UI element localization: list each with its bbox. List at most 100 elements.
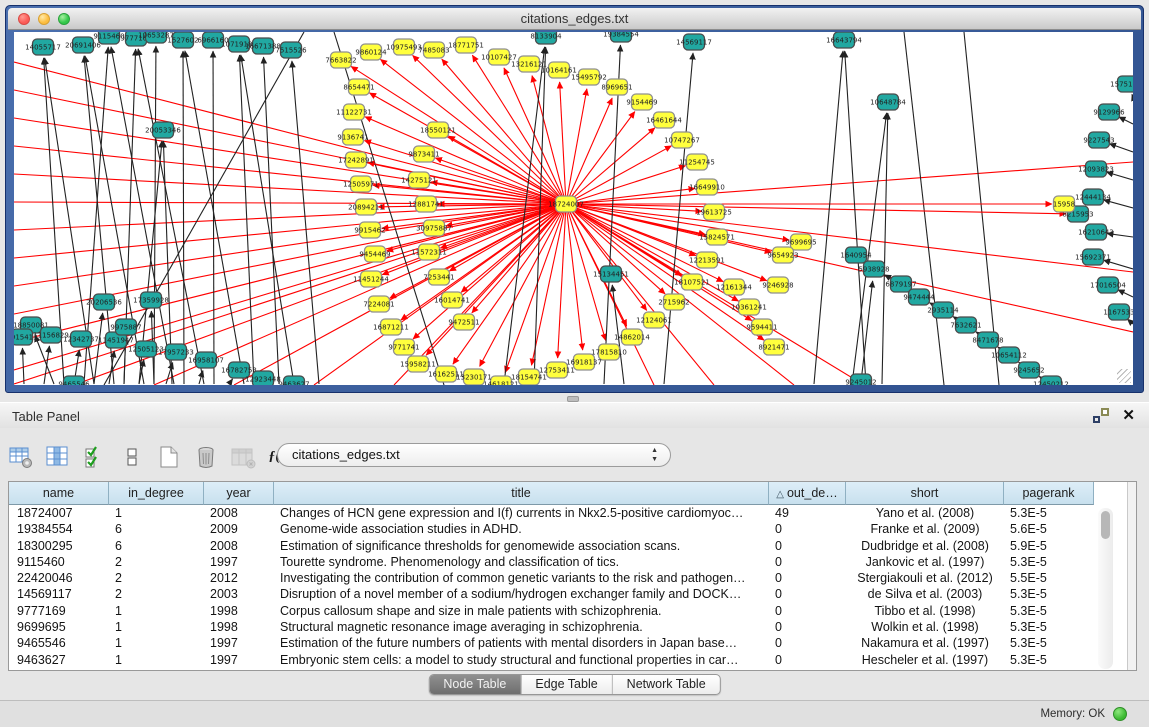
graph-node[interactable]: 14569117 <box>676 34 712 50</box>
column-header-out_de[interactable]: △out_de… <box>769 482 846 505</box>
network-canvas[interactable]: 1872400714055717206914069115460977716910… <box>14 32 1133 385</box>
graph-node[interactable]: 8921471 <box>758 339 789 355</box>
column-header-pagerank[interactable]: pagerank <box>1004 482 1094 505</box>
graph-node[interactable]: 10975493 <box>386 39 422 55</box>
graph-node[interactable]: 14275121 <box>401 172 437 188</box>
show-columns-button[interactable] <box>45 444 71 470</box>
graph-node[interactable]: 10747267 <box>664 132 700 148</box>
table-row[interactable]: 946362711997Embryonic stem cells: a mode… <box>9 652 1094 668</box>
table-right-gutter <box>1127 482 1137 671</box>
graph-node[interactable]: 9771741 <box>388 339 419 355</box>
graph-node[interactable]: 7485083 <box>418 42 449 58</box>
cell-year: 2009 <box>204 521 274 537</box>
graph-node[interactable]: 10648784 <box>870 94 906 110</box>
graph-node[interactable]: 12124061 <box>636 312 672 328</box>
graph-node[interactable]: 18771751 <box>448 37 484 53</box>
graph-node[interactable]: 15958 <box>1053 196 1075 212</box>
graph-node[interactable]: 12450212 <box>1033 376 1069 385</box>
graph-edge <box>845 51 866 384</box>
graph-node[interactable]: 7253441 <box>423 269 454 285</box>
cell-year: 1997 <box>204 554 274 570</box>
graph-node[interactable]: 12505971 <box>343 176 379 192</box>
graph-node[interactable]: 14055717 <box>25 39 61 55</box>
graph-node[interactable]: 16643794 <box>826 32 862 48</box>
graph-node[interactable]: 9472511 <box>448 314 479 330</box>
svg-text:12124061: 12124061 <box>636 317 672 325</box>
graph-node[interactable]: 16461644 <box>646 112 682 128</box>
table-row[interactable]: 1456911722003Disruption of a novel membe… <box>9 586 1094 602</box>
graph-node[interactable]: 9227543 <box>1083 132 1114 148</box>
cell-out_de: 0 <box>769 619 846 635</box>
table-row[interactable]: 969969511998Structural magnetic resonanc… <box>9 619 1094 635</box>
table-row[interactable]: 977716911998Corpus callosum shape and si… <box>9 603 1094 619</box>
graph-node[interactable]: 9136741 <box>337 129 368 145</box>
memory-status-indicator[interactable] <box>1113 707 1127 721</box>
column-header-year[interactable]: year <box>204 482 274 505</box>
graph-node[interactable]: 11572311 <box>411 244 447 260</box>
graph-node[interactable]: 9245012 <box>845 374 876 385</box>
svg-text:16649910: 16649910 <box>689 184 725 192</box>
graph-node[interactable]: 10361241 <box>731 299 767 315</box>
table-row[interactable]: 1830029562008Estimation of significance … <box>9 538 1094 554</box>
tab-network-table[interactable]: Network Table <box>613 675 720 694</box>
graph-node[interactable]: 2715962 <box>658 294 689 310</box>
graph-node[interactable]: 8471678 <box>972 332 1003 348</box>
graph-node[interactable]: 8133904 <box>530 32 562 44</box>
float-panel-icon[interactable] <box>1093 408 1109 423</box>
table-row[interactable]: 946554611997Estimation of the future num… <box>9 635 1094 651</box>
graph-node[interactable]: 20206536 <box>86 294 122 310</box>
graph-node[interactable]: 9463627 <box>278 376 309 385</box>
graph-node[interactable]: 17359928 <box>133 292 169 308</box>
select-all-columns-button[interactable] <box>82 444 108 470</box>
graph-node[interactable]: 11451244 <box>353 271 389 287</box>
network-window-titlebar[interactable]: citations_edges.txt <box>8 8 1141 30</box>
table-row[interactable]: 1938455462009Genome-wide association stu… <box>9 521 1094 537</box>
scrollbar-thumb[interactable] <box>1101 511 1110 539</box>
svg-text:9915462: 9915462 <box>354 227 385 235</box>
graph-node[interactable]: 9454469 <box>359 246 390 262</box>
column-header-in_degree[interactable]: in_degree <box>109 482 204 505</box>
graph-node[interactable]: 9860124 <box>355 44 387 60</box>
delete-column-button[interactable] <box>193 444 219 470</box>
cell-year: 1997 <box>204 652 274 668</box>
svg-text:9594411: 9594411 <box>746 324 777 332</box>
graph-node[interactable]: 12444134 <box>1075 189 1111 205</box>
table-vertical-scrollbar[interactable] <box>1098 508 1113 669</box>
table-mode-button[interactable] <box>8 444 34 470</box>
tab-node-table[interactable]: Node Table <box>429 675 521 694</box>
graph-node[interactable]: 17242891 <box>338 152 374 168</box>
graph-node[interactable]: 7632621 <box>950 317 981 333</box>
graph-node[interactable]: 19384554 <box>603 32 639 42</box>
table-selector-dropdown[interactable]: citations_edges.txt ▲▼ <box>277 443 671 467</box>
svg-text:18771751: 18771751 <box>448 42 484 50</box>
graph-node[interactable]: 15751074 <box>1110 76 1133 92</box>
tab-edge-table[interactable]: Edge Table <box>521 675 612 694</box>
graph-node[interactable]: 7663822 <box>325 52 356 68</box>
table-row[interactable]: 911546021997Tourette syndrome. Phenomeno… <box>9 554 1094 570</box>
graph-node[interactable]: 12213591 <box>689 252 725 268</box>
svg-text:2715962: 2715962 <box>658 299 689 307</box>
create-column-button[interactable] <box>156 444 182 470</box>
column-header-name[interactable]: name <box>9 482 109 505</box>
table-row[interactable]: 2242004622012Investigating the contribut… <box>9 570 1094 586</box>
graph-node[interactable]: 16210643 <box>1078 224 1114 240</box>
graph-node[interactable]: 15692371 <box>1075 249 1111 265</box>
svg-text:18550121: 18550121 <box>420 127 456 135</box>
graph-node[interactable]: 1167533 <box>1103 304 1133 320</box>
graph-node[interactable]: 9245652 <box>1013 362 1044 378</box>
svg-text:16918137: 16918137 <box>566 359 602 367</box>
svg-text:14862014: 14862014 <box>614 334 650 342</box>
unselect-all-columns-button[interactable] <box>119 444 145 470</box>
graph-node[interactable]: 9154469 <box>626 94 657 110</box>
close-panel-icon[interactable]: ✕ <box>1122 406 1135 424</box>
column-header-short[interactable]: short <box>846 482 1004 505</box>
canvas-resize-grip[interactable] <box>1117 369 1131 383</box>
graph-node[interactable]: 20053346 <box>145 122 181 138</box>
graph-node[interactable]: 9873411 <box>408 146 439 162</box>
table-row[interactable]: 1872400712008Changes of HCN gene express… <box>9 505 1094 521</box>
delete-table-button-disabled[interactable] <box>230 444 256 470</box>
column-header-title[interactable]: title <box>274 482 769 505</box>
graph-node[interactable]: 9246928 <box>762 277 793 293</box>
graph-node[interactable]: 9594411 <box>746 319 777 335</box>
graph-node[interactable]: 11254745 <box>679 154 715 170</box>
